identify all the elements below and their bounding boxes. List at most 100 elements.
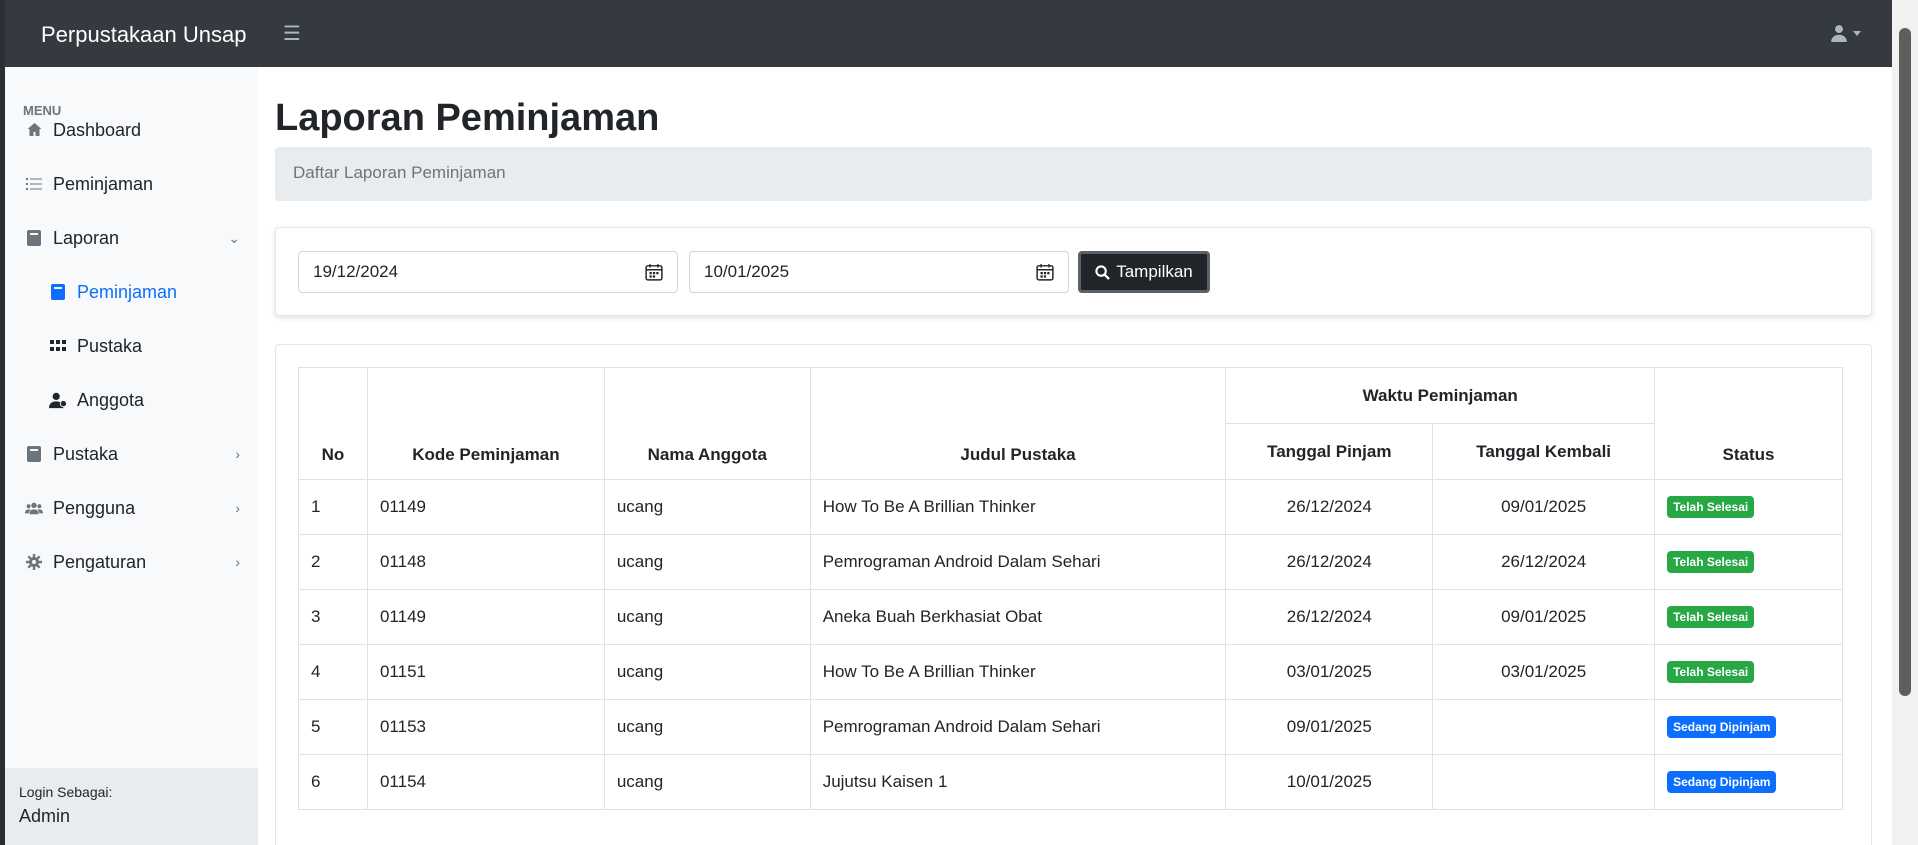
cell-judul: Jujutsu Kaisen 1 [809, 754, 1227, 810]
cell-nama: ucang [603, 754, 811, 810]
sidebar-item-label: Peminjaman [53, 173, 154, 194]
cell-kode: 01151 [366, 644, 605, 700]
status-badge: Sedang Dipinjam [1667, 771, 1777, 793]
cell-nama: ucang [603, 534, 811, 590]
cell-judul: Aneka Buah Berkhasiat Obat [809, 589, 1227, 645]
cell-judul: How To Be A Brillian Thinker [809, 644, 1227, 700]
cell-nama: ucang [603, 699, 811, 755]
users-icon [25, 499, 43, 517]
calendar-icon[interactable] [1036, 263, 1054, 281]
column-header-pinjam: Tanggal Pinjam [1225, 423, 1434, 480]
status-badge: Telah Selesai [1667, 551, 1755, 573]
sidebar-item-label: Pustaka [53, 443, 119, 464]
report-table: No Kode Peminjaman Nama Anggota Judul Pu… [298, 367, 1843, 810]
book-icon [25, 445, 43, 463]
cell-pinjam: 09/01/2025 [1225, 699, 1434, 755]
list-icon [25, 175, 43, 193]
cell-no: 6 [298, 754, 368, 810]
chevron-right-icon: › [235, 446, 240, 462]
grid-icon [49, 337, 67, 355]
user-icon [1831, 25, 1847, 42]
sidebar-item-pengaturan[interactable]: Pengaturan › [5, 535, 258, 589]
start-date-input[interactable]: 19/12/2024 [298, 251, 678, 293]
cell-kembali: 26/12/2024 [1432, 534, 1656, 590]
cell-status: Sedang Dipinjam [1654, 754, 1843, 810]
cell-kembali: 09/01/2025 [1432, 589, 1656, 645]
scrollbar[interactable] [1892, 0, 1918, 845]
column-header-status: Status [1654, 367, 1843, 480]
sidebar-item-label: Peminjaman [77, 281, 178, 302]
cell-pinjam: 26/12/2024 [1225, 589, 1434, 645]
cell-kode: 01153 [366, 699, 605, 755]
cell-pinjam: 26/12/2024 [1225, 479, 1434, 535]
column-header-kembali: Tanggal Kembali [1432, 423, 1656, 480]
sidebar-subitem-laporan-pustaka[interactable]: Pustaka [5, 319, 258, 373]
report-table-card: No Kode Peminjaman Nama Anggota Judul Pu… [275, 344, 1872, 845]
start-date-value: 19/12/2024 [313, 262, 399, 281]
chevron-right-icon: › [235, 554, 240, 570]
login-label: Login Sebagai: [19, 784, 113, 800]
cell-status: Telah Selesai [1654, 534, 1843, 590]
cell-kode: 01148 [366, 534, 605, 590]
end-date-value: 10/01/2025 [704, 262, 790, 281]
sidebar-item-dashboard[interactable]: Dashboard [5, 103, 258, 157]
table-row: 5 01153 ucang Pemrograman Android Dalam … [298, 699, 1843, 755]
sidebar-item-label: Laporan [53, 227, 120, 248]
sidebar-item-peminjaman[interactable]: Peminjaman [5, 157, 258, 211]
table-row: 2 01148 ucang Pemrograman Android Dalam … [298, 534, 1843, 590]
cell-judul: Pemrograman Android Dalam Sehari [809, 699, 1227, 755]
status-badge: Telah Selesai [1667, 606, 1755, 628]
table-row: 1 01149 ucang How To Be A Brillian Think… [298, 479, 1843, 535]
cell-judul: Pemrograman Android Dalam Sehari [809, 534, 1227, 590]
user-menu-button[interactable] [1830, 24, 1862, 42]
sidebar-item-pengguna[interactable]: Pengguna › [5, 481, 258, 535]
main-content: Laporan Peminjaman Daftar Laporan Peminj… [258, 67, 1892, 845]
table-row: 6 01154 ucang Jujutsu Kaisen 1 10/01/202… [298, 754, 1843, 810]
calendar-icon[interactable] [645, 263, 663, 281]
end-date-input[interactable]: 10/01/2025 [689, 251, 1069, 293]
user-icon [49, 391, 67, 409]
cell-kembali: 09/01/2025 [1432, 479, 1656, 535]
chevron-right-icon: › [235, 500, 240, 516]
sidebar-item-pustaka[interactable]: Pustaka › [5, 427, 258, 481]
sidebar-subitem-laporan-anggota[interactable]: Anggota [5, 373, 258, 427]
status-badge: Telah Selesai [1667, 661, 1755, 683]
show-button[interactable]: Tampilkan [1078, 251, 1210, 293]
column-header-no: No [298, 367, 368, 480]
column-header-judul: Judul Pustaka [809, 367, 1227, 480]
table-row: 4 01151 ucang How To Be A Brillian Think… [298, 644, 1843, 700]
column-header-nama: Nama Anggota [603, 367, 811, 480]
book-icon [49, 283, 67, 301]
sidebar-item-laporan[interactable]: Laporan ⌄ [5, 211, 258, 265]
cell-pinjam: 03/01/2025 [1225, 644, 1434, 700]
status-badge: Sedang Dipinjam [1667, 716, 1777, 738]
cell-nama: ucang [603, 644, 811, 700]
cell-kode: 01154 [366, 754, 605, 810]
caret-down-icon [1853, 31, 1861, 36]
scrollbar-thumb[interactable] [1899, 28, 1911, 696]
cell-kembali [1432, 699, 1656, 755]
cell-status: Telah Selesai [1654, 479, 1843, 535]
sidebar: MENU Dashboard Peminjaman Laporan ⌄ Pemi… [5, 67, 258, 845]
sidebar-item-label: Pengaturan [53, 551, 147, 572]
chevron-down-icon: ⌄ [228, 229, 240, 246]
app-title[interactable]: Perpustakaan Unsap [41, 22, 246, 48]
cell-kode: 01149 [366, 589, 605, 645]
book-icon [25, 229, 43, 247]
sidebar-footer: Login Sebagai: Admin [5, 768, 258, 845]
show-button-label: Tampilkan [1116, 262, 1193, 281]
sidebar-subitem-laporan-peminjaman[interactable]: Peminjaman [5, 265, 258, 319]
column-header-kode: Kode Peminjaman [366, 367, 605, 480]
cell-pinjam: 26/12/2024 [1225, 534, 1434, 590]
cell-no: 1 [298, 479, 368, 535]
cell-kembali [1432, 754, 1656, 810]
status-badge: Telah Selesai [1667, 496, 1755, 518]
gear-icon [25, 553, 43, 571]
cell-nama: ucang [603, 479, 811, 535]
hamburger-menu-icon[interactable]: ☰ [283, 24, 301, 44]
breadcrumb: Daftar Laporan Peminjaman [275, 147, 1872, 201]
sidebar-item-label: Dashboard [53, 119, 142, 140]
page-title: Laporan Peminjaman [275, 97, 660, 139]
cell-kode: 01149 [366, 479, 605, 535]
cell-kembali: 03/01/2025 [1432, 644, 1656, 700]
